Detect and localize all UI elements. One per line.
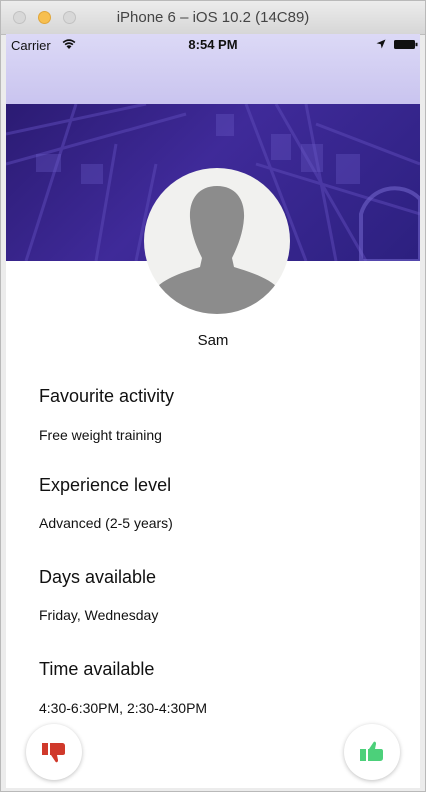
title-bar: iPhone 6 – iOS 10.2 (14C89) [1,1,425,35]
battery-icon [394,40,418,49]
days-available-title: Days available [39,567,157,587]
profile-avatar[interactable] [144,168,290,314]
status-bar: Carrier 8:54 PM [6,34,420,104]
days-available-value: Friday, Wednesday [39,607,159,623]
status-time: 8:54 PM [188,37,238,52]
location-icon [376,39,386,49]
experience-level-value: Advanced (2-5 years) [39,515,173,531]
window-title: iPhone 6 – iOS 10.2 (14C89) [116,9,310,26]
like-button[interactable] [344,724,400,780]
dislike-button[interactable] [26,724,82,780]
favourite-activity-value: Free weight training [39,427,162,443]
time-available-title: Time available [39,659,155,679]
time-available-value: 4:30-6:30PM, 2:30-4:30PM [39,700,208,716]
thumbs-down-icon [42,743,65,763]
favourite-activity-title: Favourite activity [39,386,175,406]
person-silhouette-icon [144,186,290,314]
experience-level-title: Experience level [39,475,172,495]
thumbs-up-icon [360,741,383,761]
profile-name: Sam [197,332,229,349]
phone-screen: Carrier 8:54 PM Sam Favourite activity F… [6,34,420,788]
simulator-window: iPhone 6 – iOS 10.2 (14C89) Carrier 8:54… [0,0,426,792]
